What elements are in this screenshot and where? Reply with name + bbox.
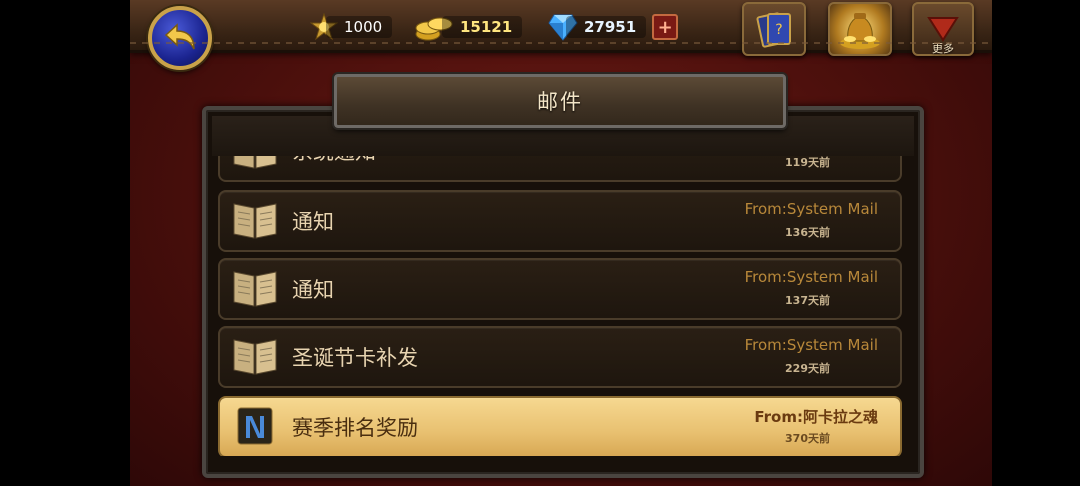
mail-sender: From:System Mail <box>744 200 878 218</box>
mail-subject: 圣诞节卡补发 <box>292 346 418 370</box>
level-resource: 1000 <box>310 13 393 41</box>
gold-value: 15121 <box>442 16 523 38</box>
mail-list[interactable]: 系统通知 119天前 通知 From:System Mail 136天前 通知 … <box>214 156 904 456</box>
mail-sender: From:阿卡拉之魂 <box>754 408 878 426</box>
mail-age: 137天前 <box>785 294 830 307</box>
gold-pile-icon <box>840 13 880 49</box>
book-icon <box>230 334 280 378</box>
mail-subject: 赛季排名奖励 <box>292 416 418 440</box>
book-icon <box>230 198 280 242</box>
top-bar: 1000 15121 27951 + ? 更多 <box>130 0 992 70</box>
add-gems-button[interactable]: + <box>652 14 679 40</box>
more-button[interactable]: 更多 <box>912 2 974 56</box>
mail-title-plate: 邮件 <box>334 74 786 128</box>
mail-subject: 通知 <box>292 278 334 302</box>
gem-resource: 27951 + <box>548 14 679 41</box>
svg-text:?: ? <box>775 22 782 38</box>
mail-subject: 系统通知 <box>292 156 376 166</box>
cards-icon: ? <box>756 12 791 48</box>
shop-button[interactable] <box>828 2 892 56</box>
mail-subject: 通知 <box>292 210 334 234</box>
mail-age: 136天前 <box>785 226 830 239</box>
mail-age: 229天前 <box>785 362 830 375</box>
mail-age: 119天前 <box>785 156 830 169</box>
back-button[interactable] <box>148 6 212 70</box>
level-value: 1000 <box>326 16 393 38</box>
mail-item[interactable]: 通知 From:System Mail 137天前 <box>218 258 902 320</box>
game-screen: 1000 15121 27951 + ? 更多 邮件 119天前 通知 From… <box>130 0 992 486</box>
scroll-icon <box>230 404 280 448</box>
mail-item-selected[interactable]: 赛季排名奖励 From:阿卡拉之魂 370天前 <box>218 396 902 456</box>
back-arrow-icon <box>164 23 195 50</box>
book-icon <box>230 266 280 310</box>
mail-sender: From:System Mail <box>744 336 878 354</box>
more-label: 更多 <box>932 42 954 55</box>
mail-age: 370天前 <box>785 432 830 445</box>
book-icon <box>230 156 280 172</box>
gold-resource: 15121 <box>414 14 523 41</box>
card-deck-button[interactable]: ? <box>742 2 806 56</box>
mail-item[interactable]: 系统通知 119天前 <box>218 156 902 182</box>
mail-sender: From:System Mail <box>744 268 878 286</box>
mail-title: 邮件 <box>537 90 583 114</box>
mail-item[interactable]: 圣诞节卡补发 From:System Mail 229天前 <box>218 326 902 388</box>
gem-value: 27951 <box>566 16 647 38</box>
mail-item[interactable]: 通知 From:System Mail 136天前 <box>218 190 902 252</box>
